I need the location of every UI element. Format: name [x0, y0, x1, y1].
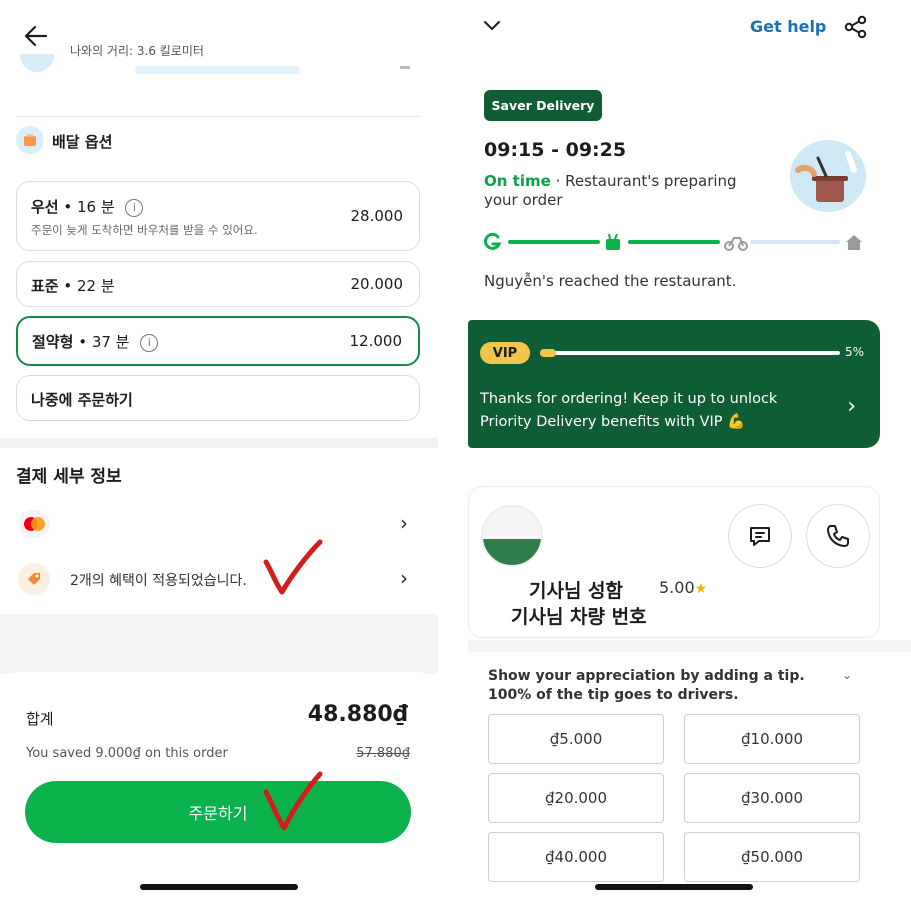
- vip-badge: VIP: [480, 342, 530, 364]
- saver-delivery-badge: Saver Delivery: [484, 90, 602, 121]
- collapse-chevron-icon[interactable]: [482, 16, 502, 36]
- delivery-option-schedule[interactable]: 나중에 주문하기: [16, 375, 420, 421]
- original-amount: 57.880₫: [356, 746, 410, 761]
- option-price: 12.000: [349, 332, 403, 350]
- option-time: 16 분: [77, 198, 115, 216]
- payment-details-title: 결제 세부 정보: [16, 467, 122, 487]
- screenshot-divider: [438, 0, 468, 900]
- progress-segment-done: [508, 240, 600, 244]
- food-icon: [606, 233, 620, 250]
- chat-icon: [750, 527, 770, 546]
- order-checkout-screen: 나와의 거리: 3.6 킬로미터 배달 옵션 우선 • 16 분 i 28.00…: [0, 0, 438, 900]
- grab-icon: [484, 232, 502, 250]
- driver-name: 기사님 성함: [529, 580, 624, 602]
- option-name: 나중에 주문하기: [31, 391, 133, 409]
- call-button[interactable]: [806, 504, 870, 568]
- tip-option[interactable]: ₫20.000: [488, 773, 664, 823]
- place-order-button[interactable]: 주문하기: [25, 781, 411, 843]
- info-icon[interactable]: i: [140, 333, 159, 352]
- peek-text-bar: [135, 66, 300, 74]
- total-label: 합계: [26, 710, 54, 728]
- section-gap: [0, 438, 438, 448]
- option-time: 37 분: [91, 333, 130, 351]
- order-status: On time · Restaurant's preparing your or…: [484, 172, 737, 209]
- total-amount: 48.880₫: [307, 702, 408, 727]
- driver-card: 기사님 성함 5.00★ 기사님 차량 번호: [468, 486, 880, 638]
- driver-plate-number: 기사님 차량 번호: [511, 606, 647, 628]
- share-icon[interactable]: [843, 14, 869, 40]
- progress-segment-pending: [750, 240, 840, 244]
- tip-prompt: Show your appreciation by adding a tip. …: [488, 668, 805, 703]
- chat-button[interactable]: [728, 504, 792, 568]
- red-checkmark-annotation: [263, 771, 323, 831]
- peek-icon: [20, 54, 54, 72]
- red-checkmark-annotation: [263, 539, 323, 595]
- promo-chevron-icon[interactable]: ›: [400, 566, 408, 590]
- distance-label: 나와의 거리: 3.6 킬로미터: [70, 44, 204, 58]
- tip-option[interactable]: ₫50.000: [684, 832, 860, 882]
- vip-progress-fill: [540, 349, 556, 357]
- delivery-option-standard[interactable]: 표준 • 22 분 20.000: [16, 261, 420, 307]
- peek-dash: [400, 66, 410, 69]
- back-arrow-icon[interactable]: [22, 22, 50, 50]
- driver-avatar: [481, 505, 543, 567]
- option-price: 20.000: [350, 275, 404, 293]
- delivery-option-saver[interactable]: 절약형 • 37 분 i 12.000: [16, 316, 420, 366]
- delivery-box-icon: [16, 126, 44, 154]
- on-time-label: On time: [484, 172, 551, 190]
- tip-option[interactable]: ₫5.000: [488, 714, 664, 764]
- chevron-down-icon[interactable]: ⌄: [842, 668, 852, 682]
- vip-message: Thanks for ordering! Keep it up to unloc…: [480, 391, 778, 430]
- phone-icon: [827, 525, 849, 547]
- option-time: 22 분: [77, 277, 115, 295]
- home-indicator: [140, 884, 298, 890]
- payment-method-chevron-icon[interactable]: ›: [400, 511, 408, 535]
- mastercard-icon: [18, 510, 50, 538]
- option-name: 절약형: [32, 333, 74, 351]
- vip-percent: 5%: [844, 345, 864, 359]
- home-indicator: [595, 884, 753, 890]
- bike-icon: [724, 237, 748, 251]
- vip-banner[interactable]: VIP 5% Thanks for ordering! Keep it up t…: [468, 320, 880, 448]
- option-name: 우선: [31, 198, 59, 216]
- order-tracking-screen: Get help Saver Delivery 09:15 - 09:25 On…: [468, 0, 911, 900]
- progress-segment-done: [628, 240, 720, 244]
- star-icon: ★: [694, 581, 708, 597]
- option-name: 표준: [31, 277, 59, 295]
- home-icon: [846, 235, 862, 250]
- promo-applied-text[interactable]: 2개의 혜택이 적용되었습니다.: [70, 570, 247, 590]
- info-icon[interactable]: i: [125, 198, 144, 217]
- divider: [16, 116, 420, 117]
- scrolled-row-peek: [20, 54, 420, 76]
- delivery-progress-tracker: [484, 232, 864, 252]
- savings-text: You saved 9.000₫ on this order: [26, 746, 228, 761]
- get-help-link[interactable]: Get help: [750, 17, 826, 36]
- promo-tag-icon: [18, 563, 50, 595]
- eta-time: 09:15 - 09:25: [484, 139, 627, 161]
- driver-status-text: Nguyễn's reached the restaurant.: [484, 272, 737, 290]
- delivery-options-title: 배달 옵션: [52, 133, 113, 151]
- tip-option[interactable]: ₫40.000: [488, 832, 664, 882]
- chevron-right-icon: ›: [847, 394, 856, 419]
- tip-option[interactable]: ₫10.000: [684, 714, 860, 764]
- tip-option[interactable]: ₫30.000: [684, 773, 860, 823]
- option-price: 28.000: [350, 207, 404, 225]
- option-note: 주문이 늦게 도착하면 바우처를 받을 수 있어요.: [31, 223, 258, 237]
- sheet-backdrop: [0, 614, 438, 674]
- driver-rating: 5.00★: [659, 578, 708, 597]
- delivery-option-priority[interactable]: 우선 • 16 분 i 28.000 주문이 늦게 도착하면 바우처를 받을 수…: [16, 181, 420, 251]
- section-gap: [468, 640, 911, 652]
- restaurant-cooking-illustration: [790, 140, 866, 212]
- vip-progress-bar: [540, 349, 840, 357]
